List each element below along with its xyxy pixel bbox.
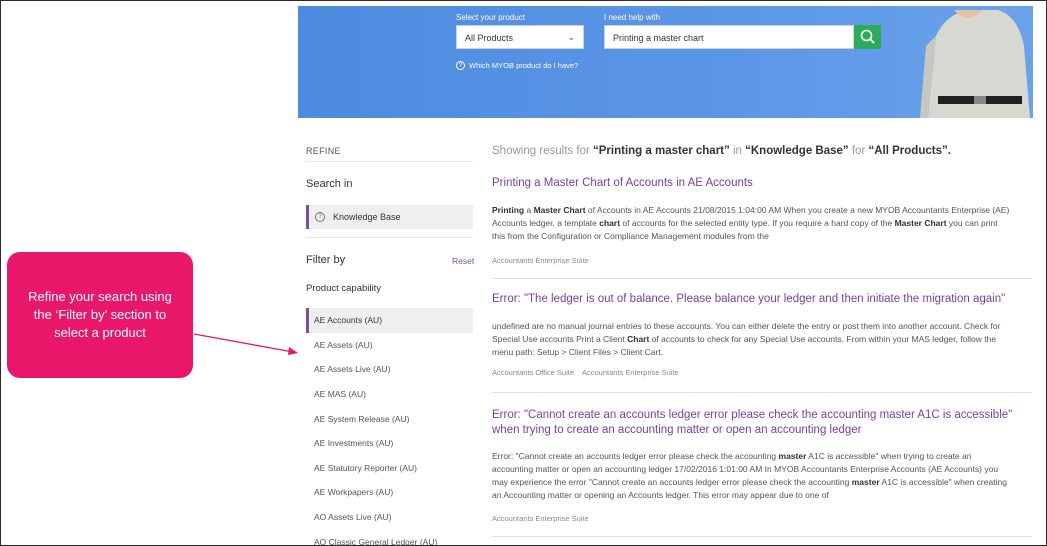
divider [492,392,1032,393]
result-item: Error: "Cannot create an accounts ledger… [492,408,1032,523]
divider [492,536,1032,537]
filter-by-title: Filter by [306,254,346,266]
search-in-item-label: Knowledge Base [333,212,401,222]
result-item: Printing a Master Chart of Accounts in A… [492,176,1032,265]
filter-item[interactable]: AE Assets (AU) [306,333,473,358]
product-select[interactable]: All Products ⌄ [456,25,584,49]
help-search-value: Printing a master chart [613,33,704,43]
result-snippet: Printing a Master Chart of Accounts in A… [492,205,1010,241]
reset-link[interactable]: Reset [452,256,474,266]
filter-item[interactable]: AO Assets Live (AU) [306,505,473,530]
result-item: Error: "The ledger is out of balance. Pl… [492,292,1032,377]
person-photo [920,10,1030,118]
filter-item[interactable]: AE Workpapers (AU) [306,480,473,505]
help-search-input[interactable]: Printing a master chart [604,25,854,49]
which-product-link[interactable]: ? Which MYOB product do I have? [456,61,578,70]
product-select-label: Select your product [456,13,525,22]
result-title-link[interactable]: Error: "Cannot create an accounts ledger… [492,408,1032,438]
result-tags: Accountants Enterprise Suite [492,514,1032,523]
summary-for: for [851,145,866,157]
filter-item[interactable]: AE Statutory Reporter (AU) [306,456,473,481]
product-select-value: All Products [465,33,514,43]
result-tags: Accountants Enterprise Suite [492,256,1032,265]
summary-in: in [732,145,742,157]
result-tags: Accountants Office Suite Accountants Ent… [492,368,1032,377]
help-input-label: I need help with [604,13,661,22]
filter-item[interactable]: AO Classic General Ledger (AU) [306,529,473,545]
summary-product: “All Products”. [868,145,951,157]
hero-banner: Select your product I need help with All… [298,6,1033,118]
callout-text: Refine your search using the ‘Filter by’… [28,289,172,340]
result-snippet: undefined are no manual journal entries … [492,321,1001,357]
result-tag[interactable]: Accountants Enterprise Suite [492,256,589,265]
filter-item[interactable]: AE Investments (AU) [306,431,473,456]
callout-arrow-icon [193,333,298,355]
filter-list: AE Accounts (AU) AE Assets (AU) AE Asset… [306,308,473,545]
result-snippet: Error: "Cannot create an accounts ledger… [492,451,1007,500]
filter-item[interactable]: AE Accounts (AU) [306,308,473,333]
search-in-knowledge-base[interactable]: ? Knowledge Base [306,205,473,229]
divider [492,278,1032,279]
filter-item[interactable]: AE System Release (AU) [306,406,473,431]
which-product-text: Which MYOB product do I have? [469,61,579,70]
chevron-down-icon: ⌄ [567,32,575,42]
summary-query: “Printing a master chart” [593,145,730,157]
callout-annotation: Refine your search using the ‘Filter by’… [7,252,193,378]
result-title-link[interactable]: Error: "The ledger is out of balance. Pl… [492,292,1032,307]
result-tag[interactable]: Accountants Enterprise Suite [582,368,679,377]
summary-prefix: Showing results for [492,145,590,157]
divider [306,161,473,162]
result-tag[interactable]: Accountants Enterprise Suite [492,514,589,523]
summary-scope: “Knowledge Base” [745,145,849,157]
question-circle-icon: ? [315,212,325,222]
refine-title: REFINE [306,146,341,156]
divider [306,237,473,238]
filter-item[interactable]: AE MAS (AU) [306,382,473,407]
result-tag[interactable]: Accountants Office Suite [492,368,574,377]
filter-item[interactable]: AE Assets Live (AU) [306,357,473,382]
results-summary: Showing results for “Printing a master c… [492,145,951,157]
screenshot-frame: Select your product I need help with All… [0,0,1047,546]
question-circle-icon: ? [456,61,465,70]
result-title-link[interactable]: Printing a Master Chart of Accounts in A… [492,176,1032,191]
search-in-title: Search in [306,178,353,190]
product-capability-title: Product capability [306,283,381,294]
